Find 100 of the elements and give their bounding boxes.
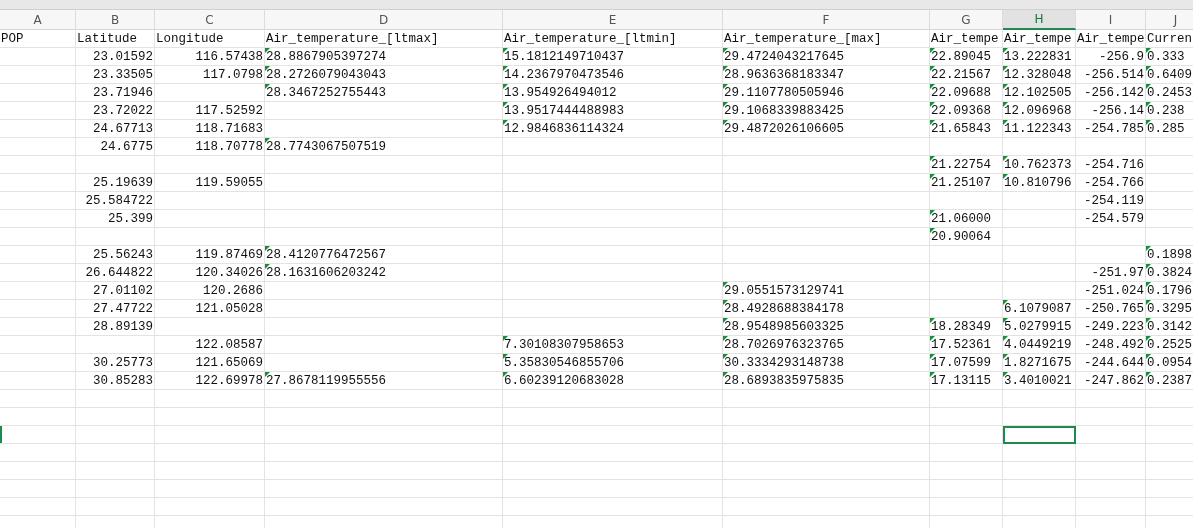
- table-cell: 0.3824: [1147, 264, 1192, 281]
- table-cell: 4.0449219: [1004, 336, 1072, 353]
- table-cell: 25.56243: [93, 246, 153, 263]
- table-cell: 0.1898: [1147, 246, 1192, 263]
- table-cell: 30.85283: [93, 372, 153, 389]
- table-cell: 18.28349: [931, 318, 991, 335]
- table-cell: 30.25773: [93, 354, 153, 371]
- table-cell: 0.333: [1147, 48, 1185, 65]
- table-cell: 21.65843: [931, 120, 991, 137]
- table-cell: 11.122343: [1004, 120, 1072, 137]
- table-cell: 12.9846836114324: [504, 120, 625, 137]
- table-cell: Longitude: [156, 30, 224, 47]
- table-cell: 22.09368: [931, 102, 991, 119]
- column-header[interactable]: J: [1146, 10, 1193, 30]
- table-cell: 28.6893835975835: [724, 372, 845, 389]
- table-cell: 118.71683: [195, 120, 263, 137]
- table-cell: 122.69978: [195, 372, 263, 389]
- table-cell: 1.8271675: [1004, 354, 1072, 371]
- column-header[interactable]: B: [76, 10, 155, 30]
- column-header[interactable]: D: [265, 10, 503, 30]
- table-cell: 27.01102: [93, 282, 153, 299]
- table-cell: 0.3142: [1147, 318, 1192, 335]
- table-cell: -254.766: [1084, 174, 1144, 191]
- table-cell: -244.644: [1084, 354, 1144, 371]
- empty-cell: [1076, 444, 1146, 462]
- table-cell: -256.9: [1099, 48, 1144, 65]
- column-header[interactable]: A: [0, 10, 76, 30]
- table-cell: 120.2686: [203, 282, 263, 299]
- table-cell: 28.9548985603325: [724, 318, 845, 335]
- table-cell: -254.579: [1084, 210, 1144, 227]
- table-cell: Curren: [1147, 30, 1192, 47]
- table-cell: 24.67713: [93, 120, 153, 137]
- table-cell: 119.59055: [195, 174, 263, 191]
- column-header[interactable]: I: [1076, 10, 1146, 30]
- table-cell: 12.328048: [1004, 66, 1072, 83]
- table-cell: 28.3467252755443: [266, 84, 387, 101]
- table-cell: 28.2726079043043: [266, 66, 387, 83]
- table-cell: 29.4724043217645: [724, 48, 845, 65]
- column-header[interactable]: H: [1003, 10, 1076, 30]
- table-cell: 21.25107: [931, 174, 991, 191]
- table-cell: 7.30108307958653: [504, 336, 625, 353]
- table-cell: 5.0279915: [1004, 318, 1072, 335]
- empty-cell: [1076, 498, 1146, 516]
- table-cell: 27.8678119955556: [266, 372, 387, 389]
- table-cell: 24.6775: [100, 138, 153, 155]
- table-cell: 0.6409: [1147, 66, 1192, 83]
- table-cell: 22.21567: [931, 66, 991, 83]
- table-cell: -247.862: [1084, 372, 1144, 389]
- table-cell: Air_tempe: [1077, 30, 1145, 47]
- table-cell: 15.1812149710437: [504, 48, 625, 65]
- table-cell: 119.87469: [195, 246, 263, 263]
- table-cell: 22.09688: [931, 84, 991, 101]
- table-cell: 0.0954: [1147, 354, 1192, 371]
- column-header[interactable]: C: [155, 10, 265, 30]
- empty-cell: [1076, 480, 1146, 498]
- table-cell: 29.0551573129741: [724, 282, 845, 299]
- table-cell: -254.716: [1084, 156, 1144, 173]
- table-cell: 28.4120776472567: [266, 246, 387, 263]
- empty-cell: [1076, 426, 1146, 444]
- table-cell: 12.102505: [1004, 84, 1072, 101]
- table-cell: 28.8867905397274: [266, 48, 387, 65]
- table-cell: 25.399: [108, 210, 153, 227]
- table-cell: 122.08587: [195, 336, 263, 353]
- table-cell: -249.223: [1084, 318, 1144, 335]
- empty-cell: [1076, 408, 1146, 426]
- table-cell: 28.4928688384178: [724, 300, 845, 317]
- table-cell: 27.47722: [93, 300, 153, 317]
- table-cell: Air_temperature_[max]: [724, 30, 882, 47]
- column-header[interactable]: F: [723, 10, 930, 30]
- table-cell: 121.65069: [195, 354, 263, 371]
- table-cell: 0.2453: [1147, 84, 1192, 101]
- table-cell: -248.492: [1084, 336, 1144, 353]
- table-cell: -250.765: [1084, 300, 1144, 317]
- table-cell: 21.22754: [931, 156, 991, 173]
- table-cell: Air_tempe: [931, 30, 999, 47]
- table-cell: -254.785: [1084, 120, 1144, 137]
- table-cell: 118.70778: [195, 138, 263, 155]
- table-cell: 30.3334293148738: [724, 354, 845, 371]
- table-cell: 13.222831: [1004, 48, 1072, 65]
- table-cell: -251.97: [1091, 264, 1144, 281]
- column-header[interactable]: E: [503, 10, 723, 30]
- table-cell: 17.13115: [931, 372, 991, 389]
- table-cell: 120.34026: [195, 264, 263, 281]
- selected-cell[interactable]: [1003, 426, 1076, 444]
- table-cell: 0.3295: [1147, 300, 1192, 317]
- table-cell: -251.024: [1084, 282, 1144, 299]
- table-cell: 28.7743067507519: [266, 138, 387, 155]
- table-cell: 14.2367970473546: [504, 66, 625, 83]
- table-cell: 17.52361: [931, 336, 991, 353]
- table-cell: 25.584722: [85, 192, 153, 209]
- table-cell: 6.60239120683028: [504, 372, 625, 389]
- table-cell: 29.4872026106605: [724, 120, 845, 137]
- table-cell: 121.05028: [195, 300, 263, 317]
- table-cell: 28.7026976323765: [724, 336, 845, 353]
- table-cell: -256.14: [1091, 102, 1144, 119]
- table-cell: 10.762373: [1004, 156, 1072, 173]
- table-cell: Air_temperature_[ltmin]: [504, 30, 677, 47]
- table-cell: 117.52592: [195, 102, 263, 119]
- table-cell: Air_tempe: [1004, 30, 1072, 47]
- table-cell: POP: [1, 30, 24, 47]
